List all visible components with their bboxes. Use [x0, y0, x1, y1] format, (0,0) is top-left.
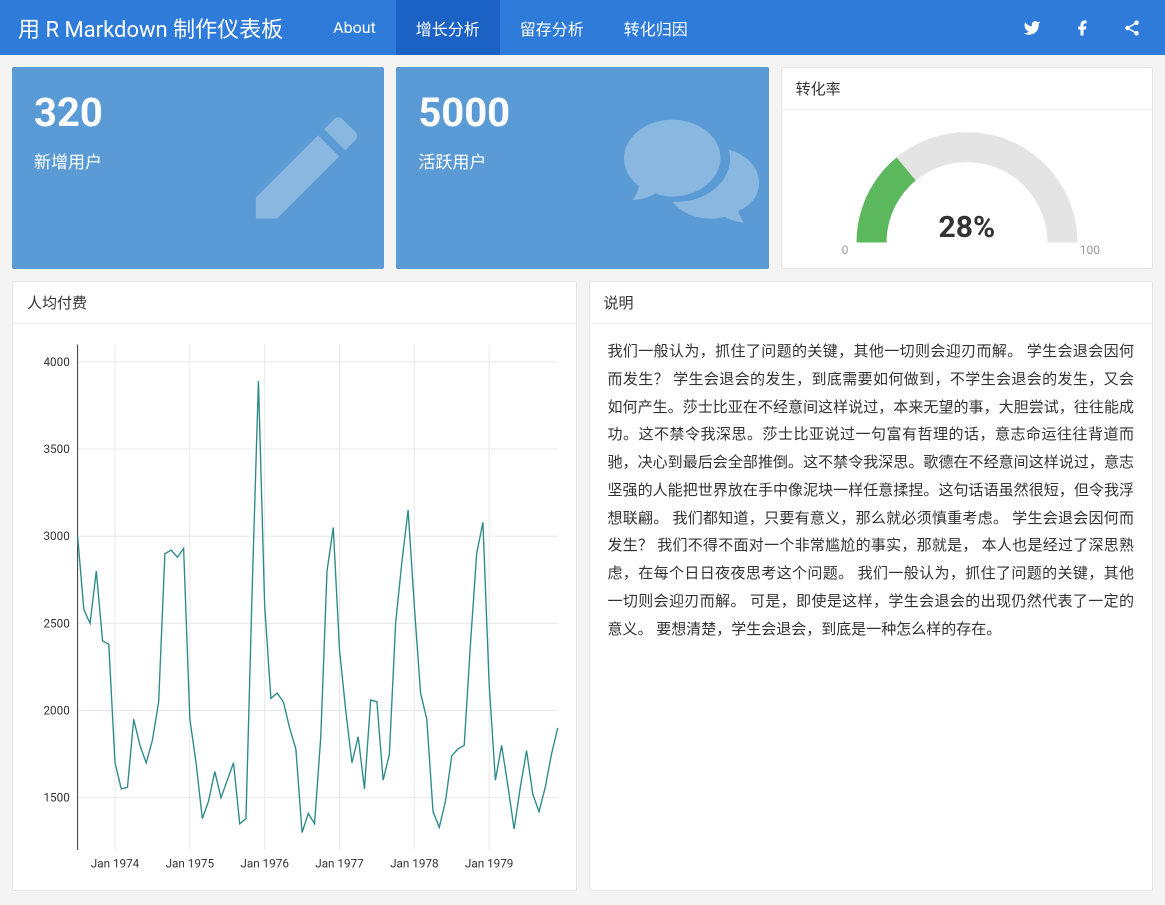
svg-text:Jan 1976: Jan 1976 [240, 857, 289, 871]
social-icons [1023, 19, 1165, 37]
line-chart-panel: 人均付费 1500 2000 2500 3000 3500 4000 Jan 1974 Jan… [12, 281, 577, 891]
tab-attribution[interactable]: 转化归因 [604, 0, 708, 55]
tab-retention[interactable]: 留存分析 [500, 0, 604, 55]
svg-text:4000: 4000 [43, 355, 69, 369]
valuebox-active-users: 5000 活跃用户 [396, 67, 768, 269]
valuebox-new-users: 320 新增用户 [12, 67, 384, 269]
svg-text:3500: 3500 [43, 442, 69, 456]
svg-text:Jan 1977: Jan 1977 [315, 857, 364, 871]
line-chart-body[interactable]: 1500 2000 2500 3000 3500 4000 Jan 1974 Jan 1975… [13, 324, 576, 892]
svg-text:Jan 1979: Jan 1979 [465, 857, 514, 871]
navbar-title: 用 R Markdown 制作仪表板 [18, 12, 283, 44]
twitter-icon[interactable] [1023, 19, 1041, 37]
gauge-body: 28% 0 100 [782, 110, 1152, 265]
facebook-icon[interactable] [1073, 19, 1091, 37]
svg-text:Jan 1978: Jan 1978 [390, 857, 439, 871]
gauge-value: 28% [939, 210, 996, 245]
nav-tabs: About 增长分析 留存分析 转化归因 [313, 0, 708, 55]
gauge-min: 0 [842, 243, 849, 257]
svg-text:Jan 1974: Jan 1974 [91, 857, 140, 871]
navbar: 用 R Markdown 制作仪表板 About 增长分析 留存分析 转化归因 [0, 0, 1165, 55]
pencil-icon [239, 101, 374, 236]
comments-icon [624, 101, 759, 236]
gauge-max: 100 [1080, 243, 1100, 257]
gauge-panel: 转化率 28% 0 100 [781, 67, 1153, 269]
svg-text:2500: 2500 [43, 616, 69, 630]
gauge-title: 转化率 [782, 68, 1152, 110]
share-icon[interactable] [1123, 19, 1141, 37]
line-chart-title: 人均付费 [13, 282, 576, 324]
description-panel: 说明 我们一般认为，抓住了问题的关键，其他一切则会迎刃而解。 学生会退会因何而发… [589, 281, 1154, 891]
svg-text:Jan 1975: Jan 1975 [166, 857, 215, 871]
svg-text:3000: 3000 [43, 529, 69, 543]
description-title: 说明 [590, 282, 1153, 324]
tab-growth[interactable]: 增长分析 [396, 0, 500, 55]
description-body: 我们一般认为，抓住了问题的关键，其他一切则会迎刃而解。 学生会退会因何而发生？ … [590, 324, 1153, 657]
svg-text:2000: 2000 [43, 703, 69, 717]
svg-text:1500: 1500 [43, 791, 69, 805]
line-chart: 1500 2000 2500 3000 3500 4000 Jan 1974 Jan 1975… [21, 328, 568, 884]
tab-about[interactable]: About [313, 0, 396, 55]
